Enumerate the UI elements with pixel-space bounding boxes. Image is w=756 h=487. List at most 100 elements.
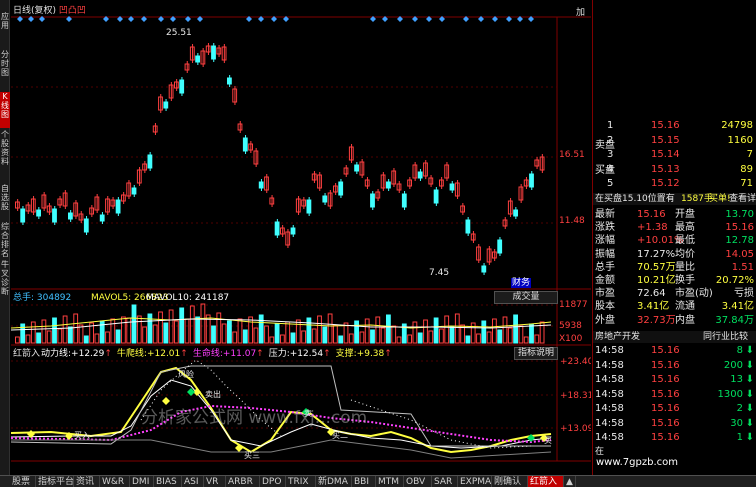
volume-bar (354, 320, 360, 344)
stat-l1: 最新 (595, 209, 615, 220)
annotation-buy-in: 买入 (74, 431, 90, 440)
pressure-line (11, 365, 551, 447)
indicator-line-value: +12.29 (71, 349, 105, 359)
tab-1[interactable]: 指标平台 (36, 476, 74, 487)
candle-body (449, 183, 455, 191)
down-arrow-icon: ⬇ (745, 403, 754, 414)
volume-bar (423, 319, 428, 344)
volume-bar (237, 318, 243, 344)
stat-v2: 15.16 (725, 222, 754, 234)
sell-dots-line-2 (350, 399, 532, 449)
tab-17[interactable]: 刚确认 (492, 476, 528, 487)
indicator-line-2: 生命线:+11.07↑ (193, 349, 264, 359)
tick-row: 14:58 15.16 2 ⬇ (593, 403, 756, 415)
stat-v1: +1.38 (637, 222, 668, 234)
tick-row: 14:58 15.16 30 ⬇ (593, 418, 756, 430)
volume-bar (41, 319, 47, 344)
order-book-row[interactable]: 1 15.16 24798 (593, 120, 756, 132)
volume-bar (386, 314, 391, 344)
volume-bar (492, 318, 497, 344)
tab-0[interactable]: 股票 (10, 476, 36, 487)
order-book-row[interactable]: 3 15.14 7 (593, 149, 756, 161)
stat-v2: 14.05 (725, 248, 754, 260)
tab-2[interactable]: 资讯 (74, 476, 100, 487)
stat-row: 涨幅 +10.01% 最低 12.78 (593, 235, 756, 247)
volume-bar (534, 334, 540, 344)
stat-l2: 开盘 (675, 209, 695, 220)
annotation-buy: 买 (544, 436, 552, 445)
tab-14[interactable]: OBV (404, 476, 432, 487)
volume-bar (380, 327, 386, 344)
sidebar-item-1[interactable]: 分时图 (0, 50, 10, 88)
volume-bar (52, 317, 57, 344)
tab-7[interactable]: VR (204, 476, 226, 487)
order-book-row[interactable]: 5 15.12 71 (593, 178, 756, 190)
volume-bar (417, 332, 423, 344)
volume-bar (15, 336, 20, 344)
tick-row: 14:58 15.16 1300 ⬇ (593, 389, 756, 401)
sector-compare-link[interactable]: 同行业比较 (703, 331, 748, 343)
tab-15[interactable]: SAR (432, 476, 458, 487)
volume-bar (301, 330, 307, 344)
finance-badge[interactable]: 财务 (511, 278, 532, 288)
tab-8[interactable]: ARBR (226, 476, 260, 487)
tab-18[interactable]: 红箭入 (528, 476, 564, 487)
sidebar-item-6[interactable]: 牛叉诊断 (0, 260, 10, 320)
tick-row: 14:58 15.16 200 ⬇ (593, 360, 756, 372)
indicator-line-value: +12.01 (146, 349, 181, 359)
tab-10[interactable]: TRIX (286, 476, 316, 487)
tick-volume: 2 (736, 403, 743, 414)
volume-bar (439, 328, 444, 344)
sidebar-item-3[interactable]: 个股资料 (0, 130, 10, 182)
volume-bar (391, 325, 397, 344)
order-volume: 1160 (727, 134, 753, 146)
tab-16[interactable]: EXPMA (458, 476, 492, 487)
order-status-buy[interactable]: 买单! (709, 193, 731, 205)
tab-12[interactable]: BBI (352, 476, 376, 487)
tab-4[interactable]: DMI (130, 476, 154, 487)
volume-mavol10: MAVOL10: 241187 (146, 293, 230, 303)
indicator-line-label: 压力: (268, 349, 290, 359)
tab-13[interactable]: MTM (376, 476, 404, 487)
tick-row: 14:58 15.16 13 ⬇ (593, 374, 756, 386)
tab-9[interactable]: DPO (260, 476, 286, 487)
stat-l2: 流通 (675, 301, 695, 313)
candle-body (433, 189, 439, 204)
kline-chart-area[interactable]: 日线(复权) 凹凸凹 加 25.51 7.45 16.51 11.48 财务 总… (11, 0, 591, 462)
indicator-line-label: 生命线: (192, 349, 223, 359)
volume-bar (407, 334, 413, 344)
volume-bar (311, 328, 317, 344)
tab-6[interactable]: ASI (182, 476, 204, 487)
volume-bar (396, 336, 402, 344)
volume-bar (68, 326, 73, 344)
stat-l2: 换手 (675, 275, 695, 286)
stat-l1: 涨幅 (595, 235, 615, 247)
order-book-row[interactable]: 2 15.15 1160 (593, 135, 756, 147)
sidebar-item-4[interactable]: 自选股 (0, 184, 10, 220)
sidebar-item-5[interactable]: 综合排名 (0, 222, 10, 258)
indicator-help-button[interactable]: 指标说明 (514, 347, 558, 360)
sidebar-item-2[interactable]: K线图 (0, 92, 10, 128)
candle-body (513, 209, 519, 217)
down-arrow-icon: ⬇ (745, 374, 754, 385)
stat-row: 外盘 32.73万 内盘 37.84万 (593, 315, 756, 327)
order-detail-link[interactable]: 查看详细 (729, 193, 756, 205)
volume-unit: X100 (559, 334, 583, 344)
candle-body (36, 209, 42, 217)
tab-5[interactable]: BIAS (154, 476, 182, 487)
order-book-row[interactable]: 4 15.13 89 (593, 164, 756, 176)
tab-3[interactable]: W&R (100, 476, 130, 487)
tick-time: 14:58 (595, 417, 624, 429)
sector-name[interactable]: 房地产开发 (595, 331, 640, 343)
tab-19[interactable]: ▲ (564, 476, 576, 487)
volume-bar (513, 314, 519, 344)
indicator-line-0: 动力线:+12.29↑ (41, 349, 112, 359)
volume-bar (258, 314, 264, 344)
tab-11[interactable]: 新DMA (316, 476, 352, 487)
volume-bar (290, 332, 296, 344)
volume-type-select[interactable]: 成交量 (494, 291, 558, 304)
volume-bar (322, 326, 328, 344)
sidebar-item-0[interactable]: 应用 (0, 12, 10, 42)
volume-bar (152, 324, 158, 344)
volume-bar (497, 329, 503, 344)
